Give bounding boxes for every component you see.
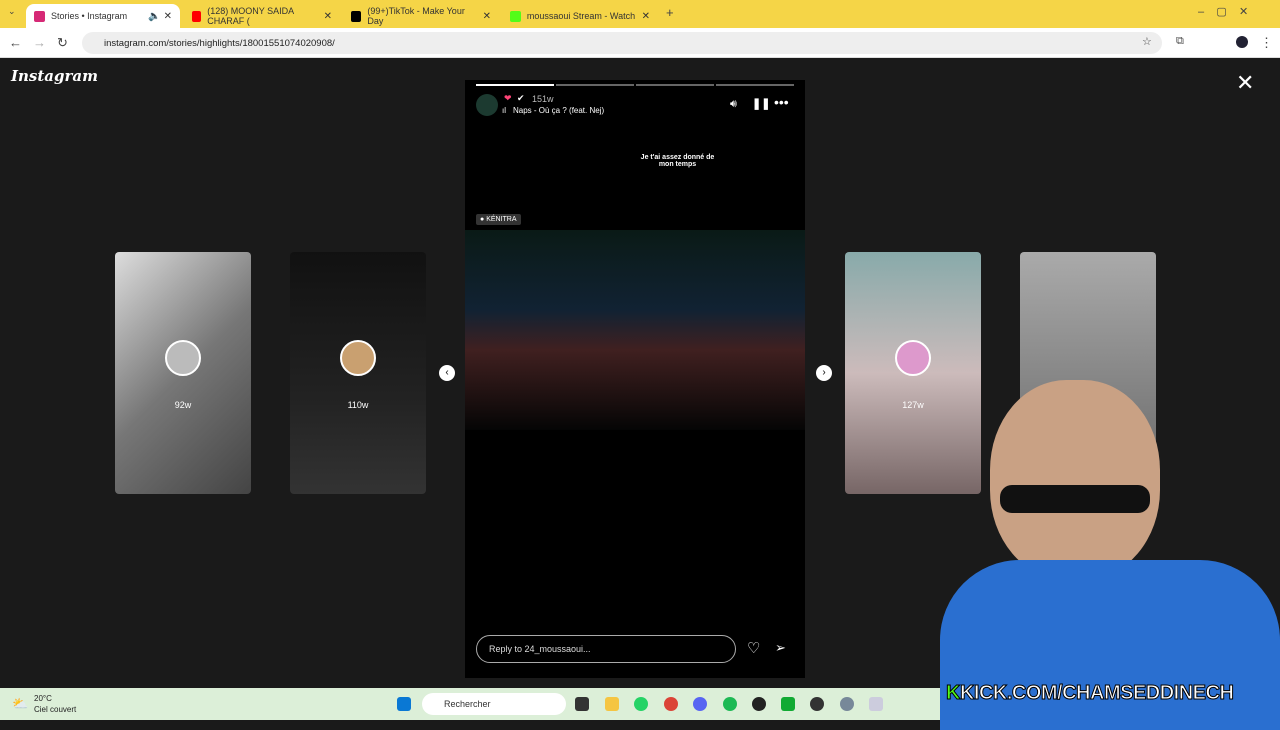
story-progress-bar: [636, 84, 714, 86]
youtube-icon: [192, 10, 202, 22]
story-thumbnail[interactable]: 92w: [115, 252, 251, 494]
weather-icon[interactable]: ⛅: [12, 696, 28, 712]
bookmark-star-icon[interactable]: ☆: [1142, 35, 1152, 48]
app-icon[interactable]: [575, 697, 589, 711]
tab-search-button[interactable]: ⌄: [8, 6, 16, 17]
story-thumbnail[interactable]: 110w: [290, 252, 426, 494]
thumbnail-age: 110w: [347, 400, 369, 410]
discord-icon[interactable]: [693, 697, 707, 711]
location-sticker[interactable]: ● KÉNITRA: [476, 214, 521, 225]
kick-channel-banner: KKICK.COM/CHAMSEDDINECH: [946, 682, 1235, 705]
close-tab-icon[interactable]: 🔈 ✕: [148, 11, 172, 22]
tab-title: (99+)TikTok - Make Your Day: [367, 6, 465, 26]
spotify-icon[interactable]: [723, 697, 737, 711]
file-explorer-icon[interactable]: [605, 697, 619, 711]
close-icon[interactable]: ✕: [1236, 70, 1254, 96]
tab-youtube[interactable]: (128) MOONY SAIDA CHARAF ( ✕: [184, 4, 340, 28]
instagram-logo[interactable]: Instagram: [11, 67, 98, 85]
profile-avatar[interactable]: [1236, 36, 1248, 48]
taskbar-search[interactable]: Rechercher: [422, 693, 566, 715]
story-image: [465, 230, 805, 430]
chrome-icon[interactable]: [664, 697, 678, 711]
avatar: [340, 340, 376, 376]
tab-instagram[interactable]: Stories • Instagram 🔈 ✕: [26, 4, 180, 28]
back-button[interactable]: ←: [9, 35, 22, 50]
story-caption: Je t'ai assez donné de mon temps: [640, 154, 715, 168]
tab-tiktok[interactable]: (99+)TikTok - Make Your Day ✕: [343, 4, 499, 28]
send-icon[interactable]: ➢: [775, 640, 786, 656]
reload-button[interactable]: ↻: [57, 35, 68, 51]
previous-story-button[interactable]: ‹: [439, 365, 455, 381]
story-progress-bar: [716, 84, 794, 86]
kick-text: KICK.COM/CHAMSEDDINECH: [959, 682, 1234, 705]
app-icon[interactable]: [810, 697, 824, 711]
window-controls[interactable]: – ▢ ✕: [1198, 5, 1248, 18]
close-tab-icon[interactable]: ✕: [324, 11, 332, 22]
url-input[interactable]: instagram.com/stories/highlights/1800155…: [82, 32, 1162, 54]
menu-icon[interactable]: ⋮: [1260, 35, 1273, 51]
story-viewer: ❤ ✔ 151w ıl Naps - Où ça ? (feat. Nej) 🔊…: [465, 80, 805, 678]
tab-title: moussaoui Stream - Watch Live: [526, 11, 636, 21]
kick-logo: K: [946, 682, 961, 705]
avatar: [165, 340, 201, 376]
tiktok-icon: [351, 10, 362, 22]
snipping-tool-icon[interactable]: [869, 697, 883, 711]
story-time: 151w: [532, 94, 554, 104]
whatsapp-icon[interactable]: [634, 697, 648, 711]
extensions-icon[interactable]: ⧉: [1176, 35, 1184, 48]
next-story-button[interactable]: ›: [816, 365, 832, 381]
pause-icon[interactable]: ❚❚: [752, 97, 770, 110]
story-progress-bar: [556, 84, 634, 86]
app-icon[interactable]: [781, 697, 795, 711]
new-tab-button[interactable]: +: [666, 5, 674, 20]
like-heart-icon[interactable]: ♡: [747, 639, 760, 657]
thumbnail-age: 92w: [174, 400, 192, 410]
volume-icon[interactable]: 🔊︎: [730, 98, 737, 111]
location-text: KÉNITRA: [486, 216, 517, 223]
reply-input[interactable]: Reply to 24_moussaoui...: [476, 635, 736, 663]
kick-icon: [510, 10, 521, 22]
tab-bar: ⌄ Stories • Instagram 🔈 ✕ (128) MOONY SAI…: [0, 0, 1280, 28]
weather-desc: Ciel couvert: [34, 705, 77, 714]
music-label[interactable]: Naps - Où ça ? (feat. Nej): [513, 106, 604, 115]
music-icon: ıl: [502, 106, 506, 115]
app-icon[interactable]: [752, 697, 766, 711]
close-tab-icon[interactable]: ✕: [642, 11, 650, 22]
webcam-overlay: [930, 370, 1280, 730]
tab-kick[interactable]: moussaoui Stream - Watch Live ✕: [502, 4, 658, 28]
windows-start-icon[interactable]: [397, 697, 411, 711]
close-tab-icon[interactable]: ✕: [483, 11, 491, 22]
instagram-icon: [34, 10, 45, 22]
weather-temp: 20°C: [34, 694, 52, 703]
tab-title: Stories • Instagram: [51, 11, 128, 21]
tab-title: (128) MOONY SAIDA CHARAF (: [207, 6, 294, 26]
avatar: [895, 340, 931, 376]
avatar[interactable]: [476, 94, 498, 116]
story-progress-bar: [476, 84, 554, 86]
verified-icon: ✔: [517, 93, 525, 103]
more-options-icon[interactable]: •••: [774, 94, 789, 110]
heart-emoji-icon: ❤: [504, 93, 512, 103]
address-bar-row: ← → ↻ instagram.com/stories/highlights/1…: [0, 28, 1280, 58]
forward-button[interactable]: →: [33, 35, 46, 50]
settings-icon[interactable]: [840, 697, 854, 711]
